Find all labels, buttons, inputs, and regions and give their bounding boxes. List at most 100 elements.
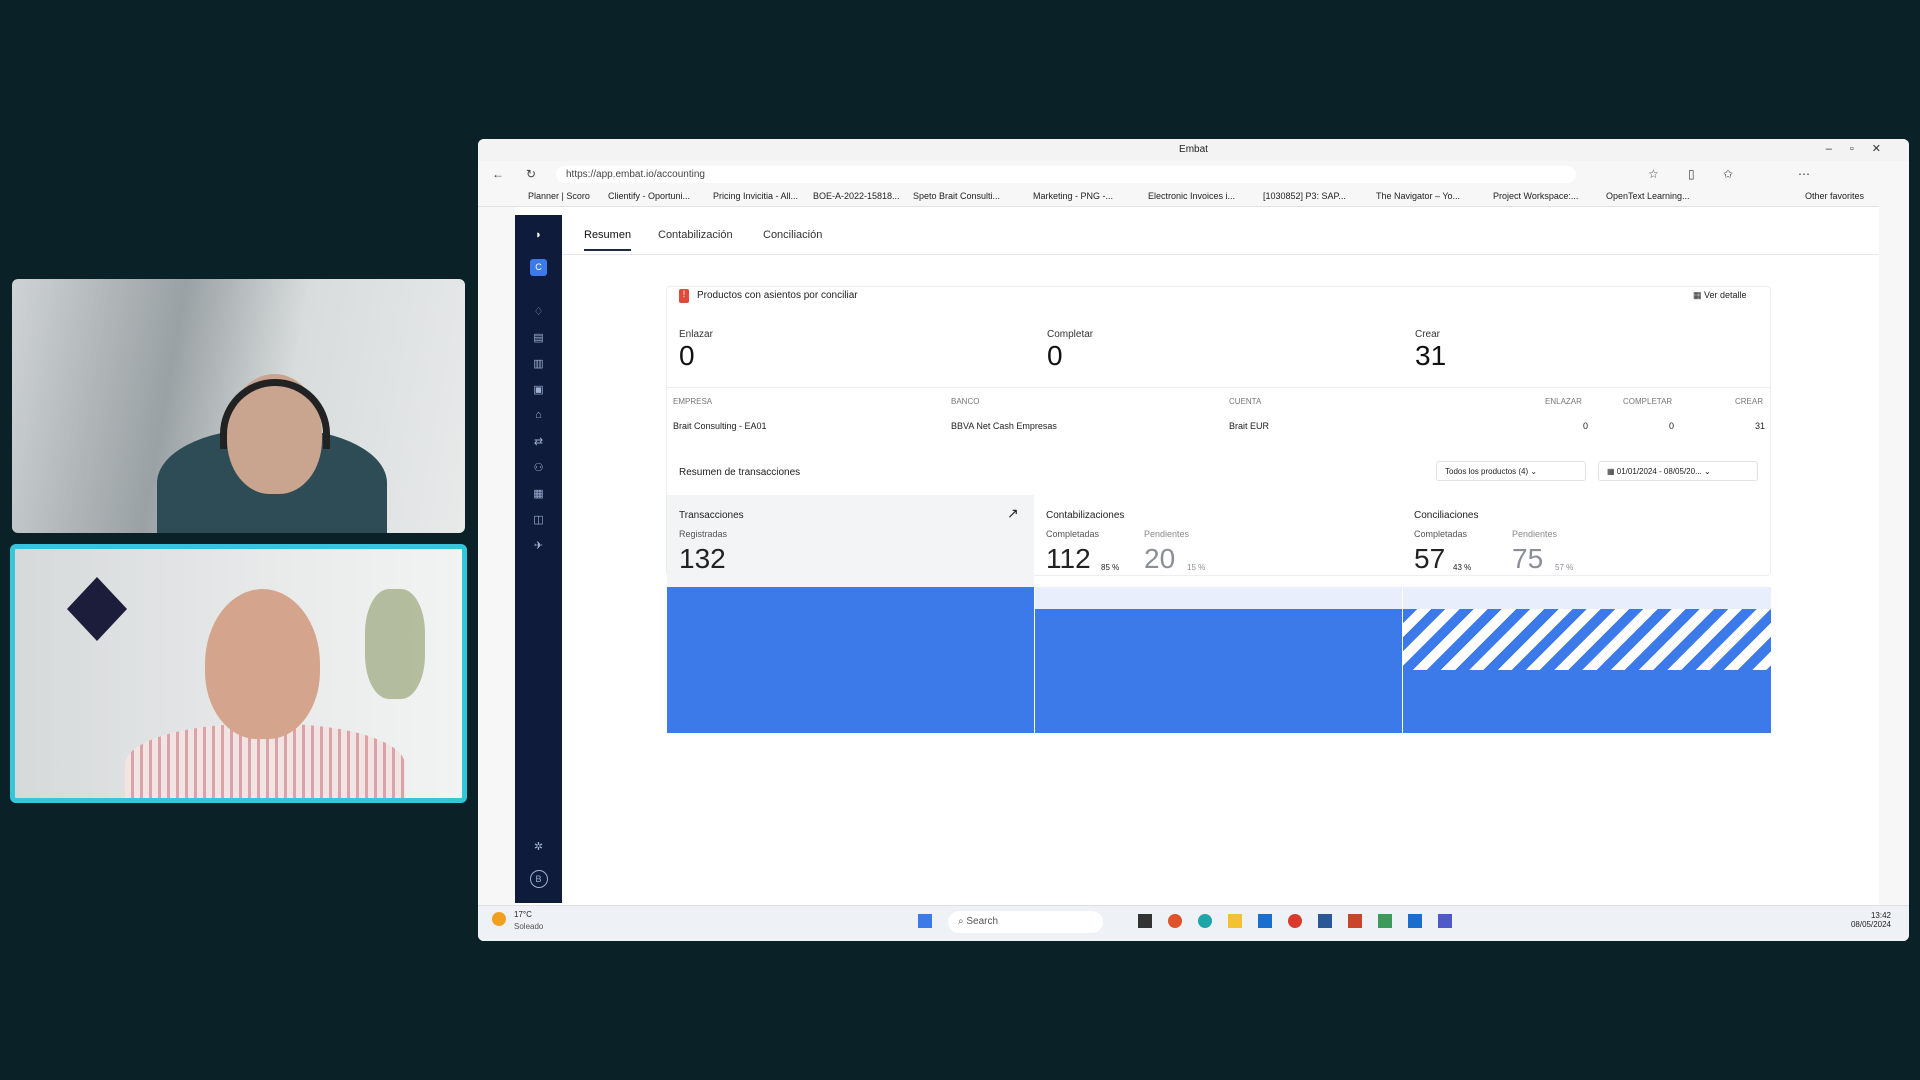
outlook-new-icon[interactable] xyxy=(1408,914,1422,928)
alert-title: Productos con asientos por conciliar xyxy=(697,290,858,301)
kpi-label: Completar xyxy=(1047,329,1094,340)
bookmark[interactable]: [1030852] P3: SAP... xyxy=(1263,191,1346,201)
teams-icon[interactable] xyxy=(1438,914,1452,928)
kpi-completar: Completar 0 xyxy=(1047,329,1093,372)
contab-completed-pct: 85 % xyxy=(1101,563,1120,572)
stack-icon[interactable]: ◫ xyxy=(515,513,562,526)
contab-pending-pct: 15 % xyxy=(1187,563,1206,572)
ver-detalle-label: Ver detalle xyxy=(1704,290,1747,300)
concil-bar-track xyxy=(1403,587,1771,733)
products-filter-label: Todos los productos (4) xyxy=(1445,467,1529,476)
back-icon[interactable]: ← xyxy=(492,167,504,181)
bookmark[interactable]: The Navigator – Yo... xyxy=(1376,191,1460,201)
tab-resumen[interactable]: Resumen xyxy=(584,229,632,251)
date-filter[interactable]: ▦ 01/01/2024 - 08/05/20... ⌄ xyxy=(1598,461,1758,481)
clock[interactable]: 13:42 08/05/2024 xyxy=(1851,911,1891,929)
app-icon-2[interactable] xyxy=(1378,914,1392,928)
concil-pending-label: Pendientes xyxy=(1512,529,1558,539)
participant-video-2 xyxy=(10,544,467,803)
contab-completed-value: 112 xyxy=(1046,543,1091,574)
col-cuenta: CUENTA xyxy=(1229,397,1262,406)
other-favorites[interactable]: Other favorites xyxy=(1805,191,1864,201)
window-title: Embat xyxy=(1179,144,1208,155)
bookmark[interactable]: Clientify - Oportuni... xyxy=(608,191,690,201)
cell-crear: 31 xyxy=(1755,421,1766,431)
contab-card: Contabilizaciones Completadas Pendientes… xyxy=(1035,495,1402,587)
headphones-icon xyxy=(220,379,330,449)
refresh-icon[interactable]: ↻ xyxy=(526,167,536,181)
company-switcher[interactable]: C xyxy=(515,259,562,276)
contab-bar-track xyxy=(1035,587,1402,733)
col-enlazar: ENLAZAR xyxy=(1545,397,1582,406)
explorer-icon[interactable] xyxy=(1228,914,1242,928)
window-controls[interactable]: –▫✕ xyxy=(1826,142,1899,155)
kpi-value: 31 xyxy=(1415,340,1447,371)
products-filter[interactable]: Todos los productos (4) ⌄ xyxy=(1436,461,1586,481)
participant-video-1 xyxy=(12,279,465,533)
browser-sidebar xyxy=(478,207,515,941)
date-filter-label: 01/01/2024 - 08/05/20... xyxy=(1616,467,1702,476)
bookmark[interactable]: Electronic Invoices i... xyxy=(1148,191,1235,201)
bookmark[interactable]: Planner | Scoro xyxy=(528,191,590,201)
transfer-icon[interactable]: ⇄ xyxy=(515,435,562,448)
bank-icon[interactable]: ⌂ xyxy=(515,409,562,421)
powerpoint-icon[interactable] xyxy=(1348,914,1362,928)
list-icon[interactable]: ▥ xyxy=(515,357,562,370)
bell-icon[interactable]: ♢ xyxy=(515,305,562,318)
bookmark[interactable]: Speto Brait Consulti... xyxy=(913,191,1000,201)
concil-pending-pct: 57 % xyxy=(1555,563,1574,572)
url-field[interactable]: https://app.embat.io/accounting xyxy=(556,166,1576,183)
concil-completed-label: Completadas xyxy=(1414,529,1468,539)
windows-start-icon[interactable] xyxy=(918,914,932,928)
rocket-icon[interactable]: ✈ xyxy=(515,539,562,552)
transacciones-bar[interactable] xyxy=(667,587,1034,733)
kpi-value: 0 xyxy=(679,340,695,371)
split-icon[interactable]: ▯ xyxy=(1688,167,1695,181)
col-banco: BANCO xyxy=(951,397,980,406)
contab-completed-label: Completadas xyxy=(1046,529,1100,539)
cards-icon[interactable]: ▣ xyxy=(515,383,562,396)
search-placeholder: Search xyxy=(966,916,999,927)
bookmark[interactable]: OpenText Learning... xyxy=(1606,191,1690,201)
divider xyxy=(667,387,1770,388)
edge-sidebar xyxy=(1879,161,1909,905)
bookmark[interactable]: Pricing Invicitia - All... xyxy=(713,191,798,201)
tab-contabilizacion[interactable]: Contabilización xyxy=(658,229,733,241)
concil-bar-completed[interactable] xyxy=(1403,670,1771,733)
weather-icon xyxy=(492,912,506,926)
expand-arrow-icon[interactable]: ↗ xyxy=(1007,505,1019,522)
embat-logo-icon[interactable]: ◗ xyxy=(515,229,562,241)
user-avatar[interactable]: B xyxy=(515,870,562,888)
concil-card: Conciliaciones Completadas Pendientes 57… xyxy=(1403,495,1770,587)
transacciones-sub: Registradas xyxy=(679,529,728,539)
outlook-icon[interactable] xyxy=(1258,914,1272,928)
bookmark[interactable]: Marketing - PNG -... xyxy=(1033,191,1113,201)
star-icon[interactable]: ☆ xyxy=(1648,167,1659,181)
transacciones-value: 132 xyxy=(679,543,726,574)
menu-icon[interactable]: ⋯ xyxy=(1798,167,1810,181)
tab-conciliacion[interactable]: Conciliación xyxy=(763,229,822,241)
contab-pending-label: Pendientes xyxy=(1144,529,1190,539)
clock-date: 08/05/2024 xyxy=(1850,920,1891,929)
concil-bar-pending[interactable] xyxy=(1403,608,1771,671)
word-icon[interactable] xyxy=(1318,914,1332,928)
bookmark[interactable]: Project Workspace:... xyxy=(1493,191,1578,201)
app-sidebar: ◗ C ♢ ▤ ▥ ▣ ⌂ ⇄ ⚇ ▦ ◫ ✈ ✲ B xyxy=(515,215,562,903)
taskbar: 17°C Soleado ⌕ Search 13:42 08/05/2024 xyxy=(478,905,1909,941)
contab-bar-fill[interactable] xyxy=(1035,608,1402,733)
favorites-icon[interactable]: ✩ xyxy=(1723,167,1733,181)
book-icon[interactable]: ▦ xyxy=(515,487,562,500)
document-icon[interactable]: ▤ xyxy=(515,331,562,344)
users-icon[interactable]: ⚇ xyxy=(515,461,562,474)
firefox-icon[interactable] xyxy=(1168,914,1182,928)
task-view-icon[interactable] xyxy=(1138,914,1152,928)
taskbar-search[interactable]: ⌕ Search xyxy=(948,911,1103,933)
cell-empresa[interactable]: Brait Consulting - EA01 xyxy=(673,421,767,431)
ver-detalle-link[interactable]: ▦ Ver detalle xyxy=(1693,290,1747,301)
app-icon[interactable] xyxy=(1288,914,1302,928)
transacciones-card[interactable]: Transacciones Registradas 132 ↗ xyxy=(667,495,1034,587)
bookmark[interactable]: BOE-A-2022-15818... xyxy=(813,191,900,201)
edge-icon[interactable] xyxy=(1198,914,1212,928)
transacciones-title: Transacciones xyxy=(679,510,744,521)
puzzle-icon[interactable]: ✲ xyxy=(515,840,562,853)
